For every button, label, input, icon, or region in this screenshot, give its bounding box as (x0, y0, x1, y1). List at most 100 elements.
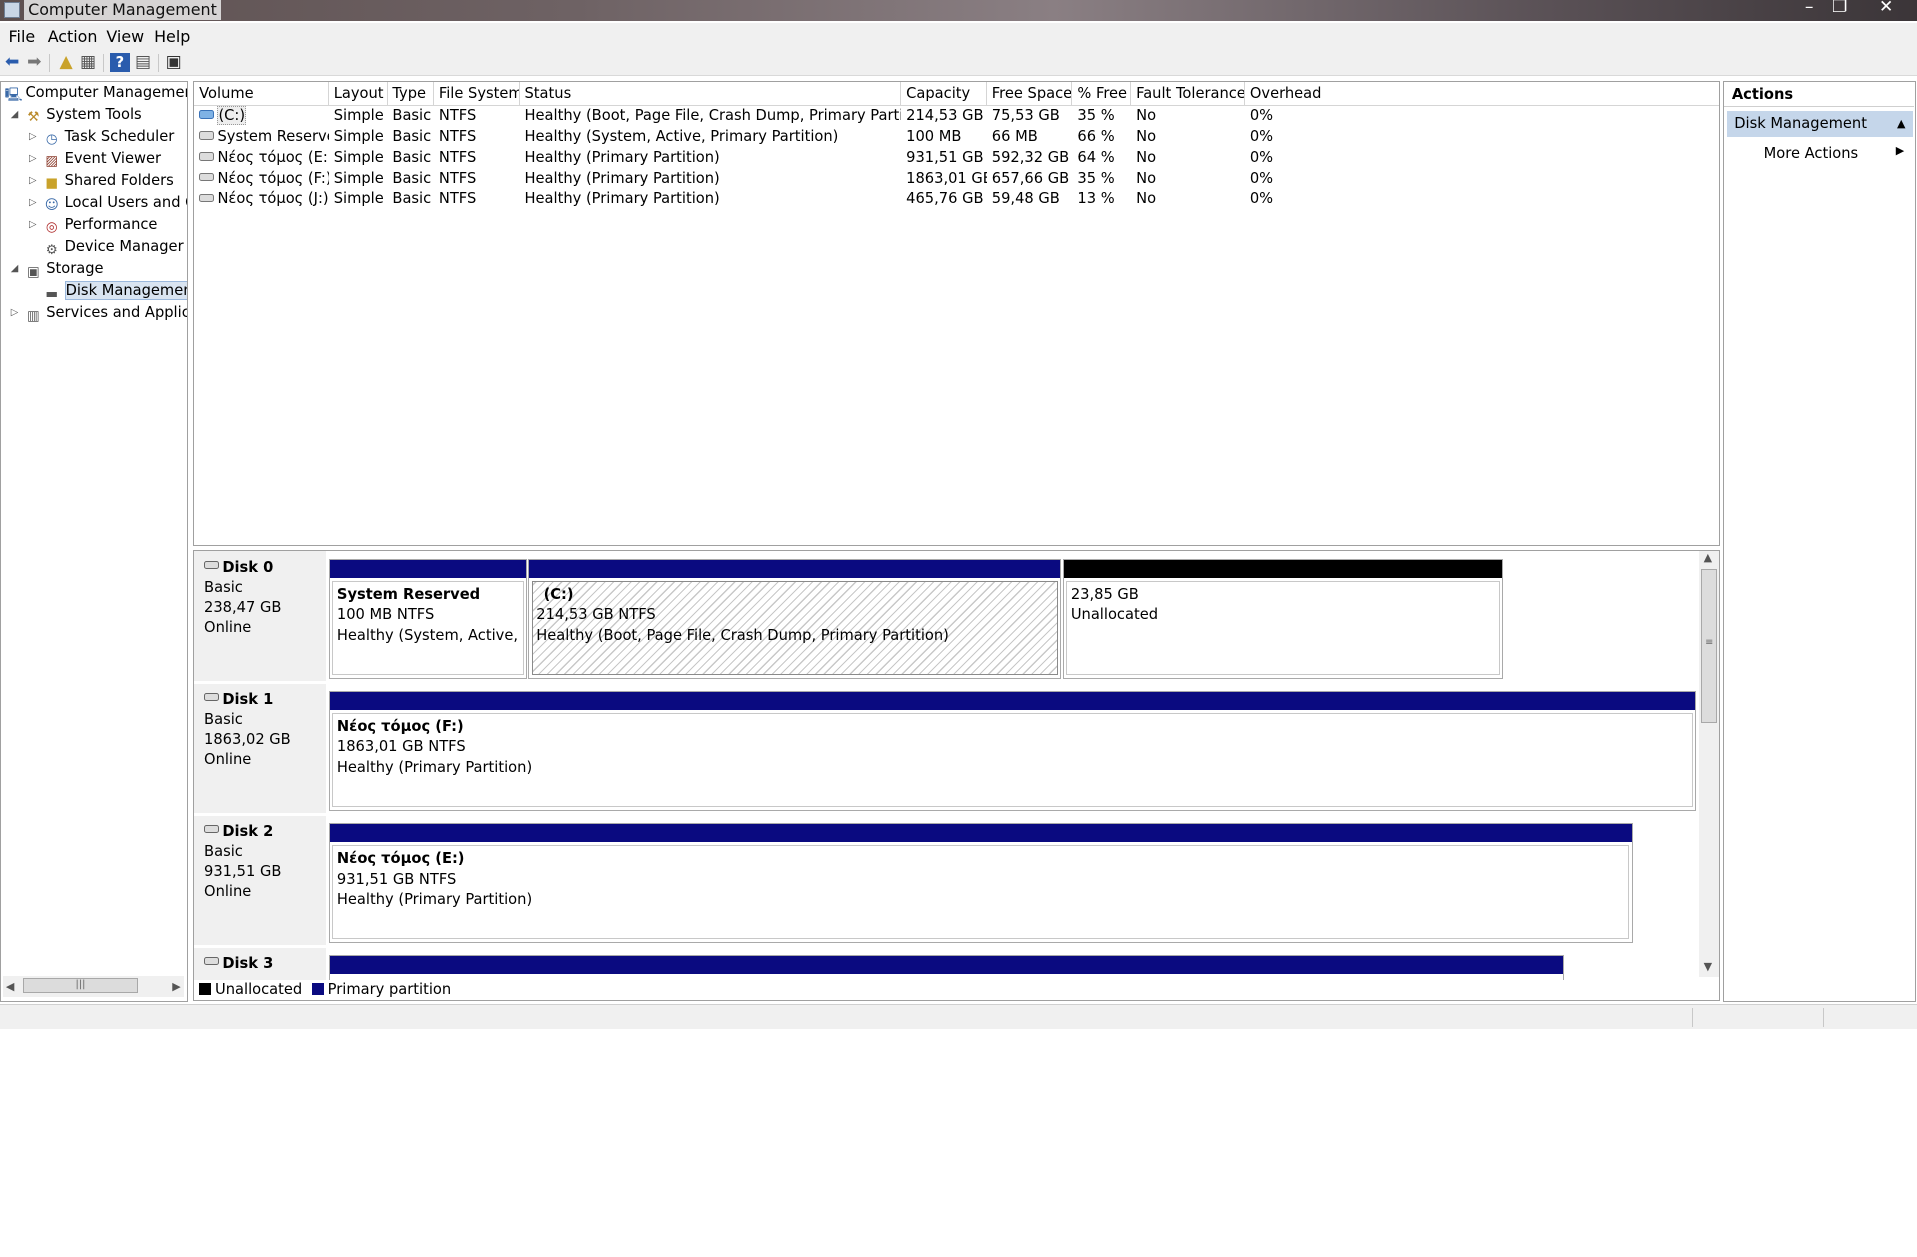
users-icon: ☺ (44, 198, 59, 214)
column-header-status[interactable]: Status (520, 81, 902, 107)
cell-capacity: 100 MB (906, 127, 962, 145)
cell-fault-tolerance: No (1136, 169, 1157, 187)
toolbar-separator (102, 53, 104, 73)
cell-layout: Simple (333, 169, 384, 187)
menu-view[interactable]: View (106, 26, 144, 48)
collapsed-arrow-icon[interactable]: ▷ (27, 171, 39, 191)
tools-icon: ⚒ (27, 110, 40, 126)
partition-c[interactable]: (C:) 214,53 GB NTFS Healthy (Boot, Page … (528, 558, 1062, 679)
table-row[interactable]: Νέος τόμος (J:) Simple Basic NTFS Health… (194, 189, 1719, 210)
partition-e[interactable]: Νέος τόμος (E:) 931,51 GB NTFS Healthy (… (328, 822, 1633, 943)
collapsed-arrow-icon[interactable]: ▷ (27, 149, 39, 169)
cell-volume: Νέος τόμος (J:) (194, 189, 329, 210)
collapsed-arrow-icon[interactable]: ▷ (27, 127, 39, 147)
collapse-arrow-icon[interactable]: ▲ (1897, 111, 1905, 137)
scroll-thumb[interactable]: ≡ (1701, 568, 1718, 723)
actions-pane: Actions Disk Management ▲ More Actions ▶ (1723, 80, 1916, 1002)
forward-arrow-icon[interactable]: ➡ (24, 52, 44, 73)
tree-item-local-users[interactable]: ▷☺Local Users and Gr (29, 193, 187, 214)
disk-label[interactable]: Disk 2 Basic 931,51 GB Online (194, 815, 327, 946)
toolbar-separator (48, 53, 51, 73)
disk-view-vertical-scrollbar[interactable]: ▲ ≡ ▼ (1698, 551, 1719, 978)
submenu-arrow-icon[interactable]: ▶ (1896, 144, 1904, 157)
table-row[interactable]: System Reserved Simple Basic NTFS Health… (194, 127, 1719, 148)
partition-system-reserved[interactable]: System Reserved 100 MB NTFS Healthy (Sys… (328, 558, 527, 679)
tree-horizontal-scrollbar[interactable]: ◀ ||| ▶ (3, 975, 185, 997)
app-icon (3, 2, 20, 19)
expanded-arrow-icon[interactable]: ◢ (8, 259, 20, 279)
actions-header: Actions (1724, 82, 1915, 108)
tree-item-performance[interactable]: ▷ ◎ Performance (29, 215, 157, 236)
column-header-volume[interactable]: Volume (194, 81, 329, 107)
table-row[interactable]: (C:) Simple Basic NTFS Healthy (Boot, Pa… (194, 106, 1719, 127)
partition-f[interactable]: Νέος τόμος (F:) 1863,01 GB NTFS Healthy … (328, 690, 1697, 811)
disk-label[interactable]: Disk 0 Basic 238,47 GB Online (194, 551, 327, 682)
help-icon[interactable]: ? (110, 52, 130, 73)
tree-item-shared-folders[interactable]: ▷ ■ Shared Folders (29, 171, 174, 192)
device-manager-icon: ⚙ (45, 242, 58, 258)
column-header-fault-tolerance[interactable]: Fault Tolerance (1131, 81, 1245, 107)
cell-status: Healthy (Primary Partition) (524, 169, 720, 187)
scroll-down-icon[interactable]: ▼ (1704, 960, 1712, 973)
menu-file[interactable]: File (9, 26, 36, 48)
menu-help[interactable]: Help (154, 26, 190, 48)
column-header-free-space[interactable]: Free Space (987, 81, 1073, 107)
tree-item-event-viewer[interactable]: ▷ ▨ Event Viewer (29, 149, 161, 170)
collapsed-arrow-icon[interactable]: ▷ (8, 303, 20, 323)
partition-j[interactable] (328, 955, 1565, 980)
tree-item-system-tools[interactable]: ◢ ⚒ System Tools (11, 105, 142, 126)
more-actions-item[interactable]: More Actions (1764, 143, 1859, 165)
menu-action[interactable]: Action (48, 26, 98, 48)
up-folder-icon[interactable]: ▲ (56, 52, 76, 73)
tree-item-services-applications[interactable]: ▷▥Services and Applicat (11, 303, 188, 324)
table-row[interactable]: Νέος τόμος (E:) Simple Basic NTFS Health… (194, 148, 1719, 169)
cell-fault-tolerance: No (1136, 107, 1157, 125)
cell-status: Healthy (Primary Partition) (524, 148, 720, 166)
actions-section-disk-management[interactable]: Disk Management ▲ (1726, 111, 1913, 137)
collapsed-arrow-icon[interactable]: ▷ (27, 215, 39, 235)
column-header-capacity[interactable]: Capacity (901, 81, 987, 107)
services-icon: ▥ (27, 308, 40, 324)
column-header-percent-free[interactable]: % Free (1073, 81, 1132, 107)
tree-item-task-scheduler[interactable]: ▷ ◷ Task Scheduler (29, 127, 174, 148)
hard-disk-icon (204, 956, 219, 966)
expanded-arrow-icon[interactable]: ◢ (8, 105, 20, 125)
legend: Unallocated Primary partition (194, 979, 1719, 1000)
partition-body: Νέος τόμος (E:) 931,51 GB NTFS Healthy (… (332, 844, 1630, 940)
maximize-button[interactable]: ❐ (1823, 0, 1857, 17)
close-button[interactable]: ✕ (1869, 0, 1903, 17)
scroll-right-icon[interactable]: ▶ (172, 980, 180, 993)
cell-file-system: NTFS (438, 127, 477, 145)
table-row[interactable]: Νέος τόμος (F:) Simple Basic NTFS Health… (194, 169, 1719, 190)
show-hide-tree-icon[interactable]: ▦ (78, 52, 98, 73)
back-arrow-icon[interactable]: ⬅ (2, 52, 22, 73)
disk-label[interactable]: Disk 1 Basic 1863,02 GB Online (194, 683, 327, 814)
column-header-file-system[interactable]: File System (434, 81, 520, 107)
properties-icon[interactable]: ▤ (133, 52, 153, 73)
cell-layout: Simple (333, 148, 384, 166)
cell-percent-free: 64 % (1077, 148, 1115, 166)
scroll-left-icon[interactable]: ◀ (6, 980, 14, 993)
disk-label[interactable]: Disk 3 (194, 947, 327, 980)
cell-free-space: 657,66 GB (991, 169, 1070, 187)
collapsed-arrow-icon[interactable]: ▷ (27, 193, 39, 213)
column-header-type[interactable]: Type (388, 81, 434, 107)
tree-item-storage[interactable]: ◢ ▣ Storage (11, 259, 104, 280)
partition-unallocated[interactable]: 23,85 GB Unallocated (1062, 558, 1504, 679)
tree-item-disk-management[interactable]: ▬ Disk Management (44, 281, 188, 302)
tree-item-device-manager[interactable]: ⚙ Device Manager (44, 237, 184, 258)
column-header-overhead[interactable]: Overhead (1245, 82, 1719, 106)
disk-graphical-view: Disk 0 Basic 238,47 GB Online System Res… (193, 550, 1720, 1001)
minimize-button[interactable]: – (1792, 0, 1826, 17)
cell-file-system: NTFS (438, 107, 477, 125)
cell-type: Basic (392, 148, 432, 166)
scroll-thumb[interactable]: ||| (23, 978, 138, 993)
disk-settings-icon[interactable]: ▣ (164, 52, 184, 73)
cell-overhead: 0% (1249, 190, 1274, 208)
tree-root[interactable]: 🖳 Computer Management (5, 83, 188, 104)
toolbar-separator (157, 53, 159, 73)
disk-row: Disk 3 (194, 947, 1701, 980)
status-bar (0, 1004, 1917, 1029)
column-header-layout[interactable]: Layout (329, 81, 388, 107)
scroll-up-icon[interactable]: ▲ (1704, 551, 1712, 564)
